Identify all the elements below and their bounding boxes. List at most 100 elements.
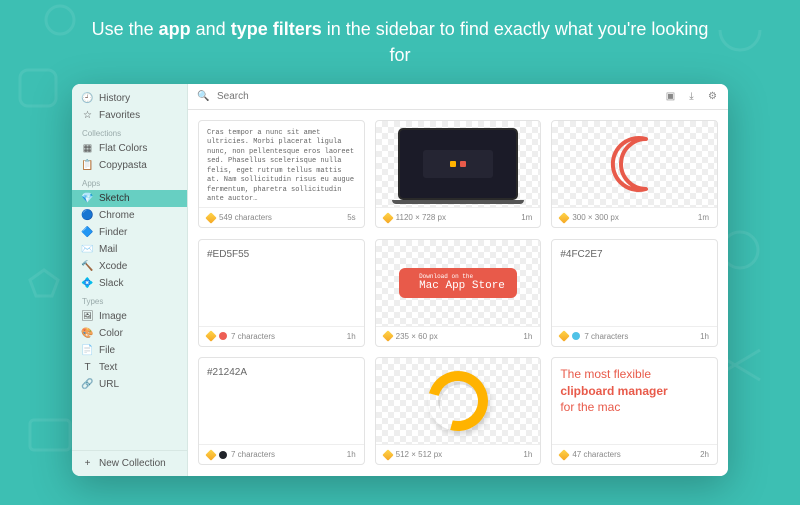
clip-footer: 300 × 300 px 1m: [552, 207, 717, 227]
main-pane: 🔍 ▣ ⤓ ⚙ Cras tempor a nunc sit amet ultr…: [188, 84, 728, 476]
clip-footer: 512 × 512 px 1h: [376, 444, 541, 464]
clip-card[interactable]: #21242A 7 characters 1h: [198, 357, 365, 465]
clip-meta: 549 characters: [219, 213, 272, 222]
clip-age: 1h: [523, 332, 532, 341]
sidebar-item-label: History: [99, 93, 130, 104]
search-input[interactable]: [217, 91, 657, 102]
sketch-icon: 💎: [82, 193, 93, 204]
sidebar-item-label: Sketch: [99, 193, 130, 204]
sidebar-section-apps: Apps: [72, 174, 187, 190]
sidebar-item-type-image[interactable]: 🖼 Image: [72, 308, 187, 325]
sketch-source-icon: [559, 330, 570, 341]
clip-card[interactable]: 512 × 512 px 1h: [375, 357, 542, 465]
clip-card[interactable]: #ED5F55 7 characters 1h: [198, 239, 365, 347]
laptop-artwork: [398, 128, 518, 200]
crescent-artwork: [604, 133, 666, 195]
sketch-source-icon: [382, 449, 393, 460]
new-collection-button[interactable]: + New Collection: [72, 450, 187, 476]
clip-footer: 1120 × 728 px 1m: [376, 207, 541, 227]
sidebar-item-history[interactable]: 🕘 History: [72, 90, 187, 107]
palette-icon: ▦: [82, 143, 93, 154]
sidebar-item-flat-colors[interactable]: ▦ Flat Colors: [72, 140, 187, 157]
clip-preview-color: #4FC2E7: [552, 240, 717, 326]
clip-card[interactable]: 300 × 300 px 1m: [551, 120, 718, 228]
clip-meta: 235 × 60 px: [396, 332, 438, 341]
star-icon: ☆: [82, 110, 93, 121]
clip-footer: 7 characters 1h: [199, 444, 364, 464]
clip-preview-image: [552, 121, 717, 207]
clip-preview-richtext: The most flexible clipboard manager for …: [552, 358, 717, 444]
clip-meta: 47 characters: [572, 450, 620, 459]
sidebar-item-type-color[interactable]: 🎨 Color: [72, 325, 187, 342]
clip-preview-color: #21242A: [199, 358, 364, 444]
sidebar: 🕘 History ☆ Favorites Collections ▦ Flat…: [72, 84, 188, 476]
appstore-badge: Download on the Mac App Store: [399, 268, 517, 298]
sidebar-item-label: Color: [99, 328, 123, 339]
search-icon: 🔍: [198, 91, 209, 102]
sidebar-item-favorites[interactable]: ☆ Favorites: [72, 107, 187, 124]
appstore-big: Mac App Store: [419, 280, 505, 292]
clip-grid: Cras tempor a nunc sit amet ultricies. M…: [188, 110, 728, 476]
sidebar-item-label: Favorites: [99, 110, 140, 121]
clip-card[interactable]: The most flexible clipboard manager for …: [551, 357, 718, 465]
clip-footer: 549 characters 5s: [199, 207, 364, 227]
sidebar-item-label: Flat Colors: [99, 143, 147, 154]
curl-artwork: [417, 360, 499, 442]
clip-card[interactable]: Download on the Mac App Store 235 × 60 p…: [375, 239, 542, 347]
clip-age: 1h: [347, 332, 356, 341]
app-window: 🕘 History ☆ Favorites Collections ▦ Flat…: [72, 84, 728, 476]
color-swatch: [572, 332, 580, 340]
toolbar: 🔍 ▣ ⤓ ⚙: [188, 84, 728, 110]
sidebar-item-label: Slack: [99, 278, 123, 289]
sidebar-item-label: Finder: [99, 227, 127, 238]
sidebar-item-label: Xcode: [99, 261, 127, 272]
sidebar-item-type-text[interactable]: T Text: [72, 359, 187, 376]
sidebar-item-slack[interactable]: 💠 Slack: [72, 275, 187, 292]
clip-meta: 1120 × 728 px: [396, 213, 446, 222]
clip-preview-image: [376, 358, 541, 444]
sketch-source-icon: [382, 212, 393, 223]
sidebar-item-xcode[interactable]: 🔨 Xcode: [72, 258, 187, 275]
clip-footer: 7 characters 1h: [552, 326, 717, 346]
plus-icon: +: [82, 458, 93, 469]
sidebar-section-collections: Collections: [72, 124, 187, 140]
sidebar-item-copypasta[interactable]: 📋 Copypasta: [72, 157, 187, 174]
sidebar-item-label: Chrome: [99, 210, 135, 221]
sidebar-item-sketch[interactable]: 💎 Sketch: [72, 190, 187, 207]
export-icon[interactable]: ⤓: [686, 91, 697, 102]
finder-icon: 🔷: [82, 227, 93, 238]
clip-card[interactable]: Cras tempor a nunc sit amet ultricies. M…: [198, 120, 365, 228]
clip-preview-image: [376, 121, 541, 207]
sidebar-item-label: Copypasta: [99, 160, 147, 171]
clip-preview-text: Cras tempor a nunc sit amet ultricies. M…: [199, 121, 364, 207]
image-icon: 🖼: [82, 311, 93, 322]
mail-icon: ✉️: [82, 244, 93, 255]
marketing-headline: Use the app and type filters in the side…: [0, 0, 800, 68]
clip-meta: 7 characters: [231, 450, 275, 459]
sidebar-item-label: Text: [99, 362, 117, 373]
clip-meta: 7 characters: [231, 332, 275, 341]
clip-footer: 235 × 60 px 1h: [376, 326, 541, 346]
sidebar-item-mail[interactable]: ✉️ Mail: [72, 241, 187, 258]
color-swatch: [219, 451, 227, 459]
clip-card[interactable]: 1120 × 728 px 1m: [375, 120, 542, 228]
clip-footer: 47 characters 2h: [552, 444, 717, 464]
grid-view-icon[interactable]: ▣: [665, 91, 676, 102]
text-icon: T: [82, 362, 93, 373]
sidebar-item-type-url[interactable]: 🔗 URL: [72, 376, 187, 393]
sidebar-section-types: Types: [72, 292, 187, 308]
clip-age: 1m: [521, 213, 532, 222]
sidebar-item-finder[interactable]: 🔷 Finder: [72, 224, 187, 241]
sidebar-item-chrome[interactable]: 🔵 Chrome: [72, 207, 187, 224]
color-swatch: [219, 332, 227, 340]
file-icon: 📄: [82, 345, 93, 356]
sidebar-item-type-file[interactable]: 📄 File: [72, 342, 187, 359]
clip-card[interactable]: #4FC2E7 7 characters 1h: [551, 239, 718, 347]
gear-icon[interactable]: ⚙: [707, 91, 718, 102]
sketch-source-icon: [205, 330, 216, 341]
sidebar-item-label: URL: [99, 379, 119, 390]
chrome-icon: 🔵: [82, 210, 93, 221]
color-icon: 🎨: [82, 328, 93, 339]
clip-preview-image: Download on the Mac App Store: [376, 240, 541, 326]
slack-icon: 💠: [82, 278, 93, 289]
